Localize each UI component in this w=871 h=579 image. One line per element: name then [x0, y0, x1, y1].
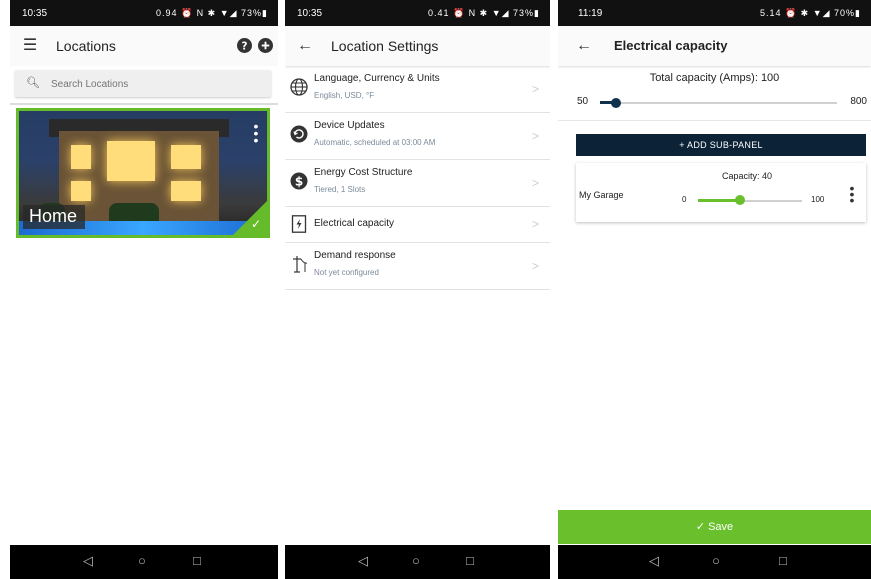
settings-item-title: Electrical capacity — [314, 218, 395, 229]
svg-text:$: $ — [295, 175, 303, 189]
back-arrow-icon[interactable]: ← — [295, 36, 315, 56]
recent-nav-icon[interactable]: □ — [466, 553, 474, 568]
slider-min-label: 50 — [577, 96, 589, 107]
power-line-icon — [293, 256, 308, 273]
slider-min-label: 0 — [682, 195, 687, 204]
settings-item-subtitle: Tiered, 1 Slots — [314, 185, 366, 194]
location-card-home[interactable]: Home • • • ✓ — [16, 108, 270, 238]
total-capacity-label: Total capacity (Amps): 100 — [649, 72, 780, 84]
settings-item-electrical-capacity[interactable]: Electrical capacity > — [285, 207, 550, 243]
add-sub-panel-button[interactable]: + ADD SUB-PANEL — [576, 134, 866, 156]
chevron-right-icon: > — [531, 176, 539, 190]
status-icons: 5.14 ⏰ ✱ ▼◢ 70%▮ — [759, 8, 861, 18]
recent-nav-icon[interactable]: □ — [779, 553, 787, 568]
back-nav-icon[interactable]: ◁ — [358, 553, 368, 569]
check-icon: ✓ — [250, 217, 261, 231]
more-vert-icon[interactable]: • • • — [253, 119, 259, 147]
settings-item-language[interactable]: Language, Currency & Units English, USD,… — [285, 66, 550, 113]
home-nav-icon[interactable]: ○ — [712, 553, 720, 568]
slider-max-label: 100 — [811, 195, 825, 204]
slider-track[interactable] — [600, 102, 837, 104]
status-bar: 11:19 5.14 ⏰ ✱ ▼◢ 70%▮ — [558, 0, 871, 26]
locations-screen: 10:35 0.94 ⏰ N ✱ ▼◢ 73%▮ ☰ Locations ? 🔍… — [10, 0, 278, 579]
settings-item-demand-response[interactable]: Demand response Not yet configured > — [285, 243, 550, 290]
page-title: Location Settings — [331, 38, 439, 54]
system-nav-bar: ◁ ○ □ — [285, 545, 550, 579]
house-window — [71, 181, 91, 201]
chevron-right-icon: > — [531, 259, 539, 273]
page-title: Locations — [56, 38, 116, 54]
svg-text:?: ? — [242, 40, 248, 52]
back-arrow-icon[interactable]: ← — [574, 36, 594, 56]
system-nav-bar: ◁ ○ □ — [558, 545, 871, 579]
save-label: Save — [708, 521, 734, 533]
house-window — [171, 145, 201, 169]
slider-thumb[interactable] — [610, 98, 621, 108]
slider-max-label: 800 — [850, 96, 867, 107]
electrical-capacity-screen: 11:19 5.14 ⏰ ✱ ▼◢ 70%▮ ← Electrical capa… — [558, 0, 871, 579]
house-window — [71, 145, 91, 169]
status-icons: 0.41 ⏰ N ✱ ▼◢ 73%▮ — [427, 8, 540, 18]
house-window — [107, 141, 155, 181]
total-capacity-slider[interactable]: 50 800 — [558, 96, 871, 110]
house-window — [171, 181, 201, 201]
chevron-right-icon: > — [531, 129, 539, 143]
update-icon — [290, 125, 308, 143]
status-time: 10:35 — [297, 8, 323, 19]
settings-item-subtitle: Not yet configured — [314, 268, 379, 277]
system-nav-bar: ◁ ○ □ — [10, 545, 278, 579]
sub-panel-slider-thumb[interactable] — [734, 195, 745, 205]
settings-item-device-updates[interactable]: Device Updates Automatic, scheduled at 0… — [285, 113, 550, 160]
settings-item-title: Language, Currency & Units — [314, 73, 440, 84]
add-icon[interactable] — [258, 38, 273, 53]
status-bar: 10:35 0.94 ⏰ N ✱ ▼◢ 73%▮ — [10, 0, 278, 26]
search-icon: 🔍︎ — [26, 77, 40, 89]
sub-panel-capacity-label: Capacity: 40 — [722, 171, 773, 181]
settings-item-subtitle: English, USD, °F — [314, 91, 375, 100]
back-nav-icon[interactable]: ◁ — [83, 553, 93, 569]
home-nav-icon[interactable]: ○ — [138, 553, 146, 568]
electrical-panel-icon — [291, 215, 307, 233]
status-time: 10:35 — [22, 8, 48, 19]
location-name: Home — [23, 205, 86, 229]
chevron-right-icon: > — [531, 82, 539, 96]
divider — [10, 103, 278, 105]
shrub — [109, 203, 159, 221]
search-input[interactable] — [49, 74, 263, 94]
app-bar: ☰ Locations ? — [10, 26, 278, 66]
settings-list: Language, Currency & Units English, USD,… — [285, 66, 550, 290]
check-icon: ✓ — [695, 521, 706, 533]
status-icons: 0.94 ⏰ N ✱ ▼◢ 73%▮ — [155, 8, 268, 18]
chevron-right-icon: > — [531, 217, 539, 231]
hamburger-icon[interactable]: ☰ — [20, 36, 40, 56]
recent-nav-icon[interactable]: □ — [193, 553, 201, 568]
help-icon[interactable]: ? — [237, 38, 252, 53]
back-nav-icon[interactable]: ◁ — [649, 553, 659, 569]
sub-panel-card: My Garage Capacity: 40 0 100 • • • — [576, 163, 866, 222]
divider — [558, 120, 871, 121]
status-time: 11:19 — [578, 8, 603, 19]
app-bar: ← Electrical capacity — [558, 26, 871, 66]
sub-panel-name: My Garage — [579, 190, 624, 200]
home-nav-icon[interactable]: ○ — [412, 553, 420, 568]
globe-icon — [290, 78, 308, 96]
search-box[interactable]: 🔍︎ — [15, 70, 271, 97]
page-title: Electrical capacity — [614, 38, 728, 53]
status-bar: 10:35 0.41 ⏰ N ✱ ▼◢ 73%▮ — [285, 0, 550, 26]
settings-item-energy-cost[interactable]: $ Energy Cost Structure Tiered, 1 Slots … — [285, 160, 550, 207]
more-vert-icon[interactable]: • • • — [849, 181, 855, 207]
dollar-icon: $ — [290, 172, 308, 190]
location-settings-screen: 10:35 0.41 ⏰ N ✱ ▼◢ 73%▮ ← Location Sett… — [285, 0, 550, 579]
settings-item-title: Demand response — [314, 250, 396, 261]
settings-item-title: Device Updates — [314, 120, 385, 131]
settings-item-title: Energy Cost Structure — [314, 167, 413, 178]
app-bar: ← Location Settings — [285, 26, 550, 66]
settings-item-subtitle: Automatic, scheduled at 03:00 AM — [314, 138, 436, 147]
save-button[interactable]: ✓ Save — [558, 510, 871, 544]
sub-panel-slider-fill — [698, 199, 740, 202]
